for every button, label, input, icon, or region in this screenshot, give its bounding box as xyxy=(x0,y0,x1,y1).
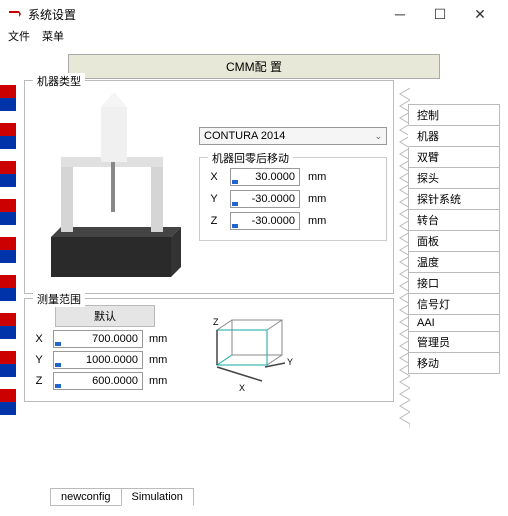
tab-dualarm[interactable]: 双臂 xyxy=(408,146,500,168)
x-axis-label: X xyxy=(239,383,245,393)
btab-newconfig[interactable]: newconfig xyxy=(50,488,122,506)
btab-simulation[interactable]: Simulation xyxy=(121,488,194,506)
homing-label: 机器回零后移动 xyxy=(208,150,293,166)
tab-probesys[interactable]: 探针系统 xyxy=(408,188,500,210)
tab-probe[interactable]: 探头 xyxy=(408,167,500,189)
window-title: 系统设置 xyxy=(28,6,380,23)
tab-interface[interactable]: 接口 xyxy=(408,272,500,294)
range-label: 测量范围 xyxy=(33,291,85,307)
homing-x-input[interactable]: 30.0000 xyxy=(230,168,300,186)
machine-image xyxy=(31,87,191,287)
unit-label: mm xyxy=(149,375,167,387)
unit-label: mm xyxy=(308,215,326,227)
main-panel: 机器类型 CONTURA 2014 ⌄ xyxy=(24,80,394,406)
tab-machine[interactable]: 机器 xyxy=(408,125,500,147)
chevron-down-icon: ⌄ xyxy=(374,131,382,142)
y-axis-label: Y xyxy=(287,357,293,367)
tab-admin[interactable]: 管理员 xyxy=(408,331,500,353)
axis-3d-preview: Z X Y xyxy=(187,305,307,395)
page-title-banner: CMM配 置 xyxy=(68,54,440,79)
homing-group: 机器回零后移动 X 30.0000 mm Y -30.0000 mm Z -30… xyxy=(199,157,387,241)
tab-aai[interactable]: AAI xyxy=(408,314,500,332)
range-group: 测量范围 默认 X 700.0000 mm Y 1000.0000 mm Z 6… xyxy=(24,298,394,402)
range-x-label: X xyxy=(31,333,47,345)
menu-menu[interactable]: 菜单 xyxy=(42,28,64,48)
app-icon xyxy=(8,7,22,21)
range-z-label: Z xyxy=(31,375,47,387)
homing-y-label: Y xyxy=(206,193,222,205)
unit-label: mm xyxy=(149,354,167,366)
dropdown-selected: CONTURA 2014 xyxy=(204,130,285,142)
homing-x-label: X xyxy=(206,171,222,183)
range-x-input[interactable]: 700.0000 xyxy=(53,330,143,348)
machine-type-group: 机器类型 CONTURA 2014 ⌄ xyxy=(24,80,394,294)
homing-z-label: Z xyxy=(206,215,222,227)
homing-z-input[interactable]: -30.0000 xyxy=(230,212,300,230)
machine-type-label: 机器类型 xyxy=(33,73,85,89)
tab-move[interactable]: 移动 xyxy=(408,352,500,374)
machine-model-dropdown[interactable]: CONTURA 2014 ⌄ xyxy=(199,127,387,145)
unit-label: mm xyxy=(308,193,326,205)
tab-signal[interactable]: 信号灯 xyxy=(408,293,500,315)
range-default-header: 默认 xyxy=(55,305,155,327)
tab-control[interactable]: 控制 xyxy=(408,104,500,126)
range-z-input[interactable]: 600.0000 xyxy=(53,372,143,390)
minimize-button[interactable]: ─ xyxy=(380,0,420,28)
tab-panel[interactable]: 面板 xyxy=(408,230,500,252)
maximize-button[interactable]: ☐ xyxy=(420,0,460,28)
homing-y-input[interactable]: -30.0000 xyxy=(230,190,300,208)
menu-file[interactable]: 文件 xyxy=(8,28,30,48)
bottom-tab-list: newconfig Simulation xyxy=(50,488,193,506)
range-y-label: Y xyxy=(31,354,47,366)
left-indicator-blocks xyxy=(0,85,16,415)
tab-rotary[interactable]: 转台 xyxy=(408,209,500,231)
range-y-input[interactable]: 1000.0000 xyxy=(53,351,143,369)
right-tab-list: 控制 机器 双臂 探头 探针系统 转台 面板 温度 接口 信号灯 AAI 管理员… xyxy=(408,104,500,373)
tab-temp[interactable]: 温度 xyxy=(408,251,500,273)
menubar: 文件 菜单 xyxy=(0,28,508,48)
unit-label: mm xyxy=(308,171,326,183)
z-axis-label: Z xyxy=(213,317,219,327)
unit-label: mm xyxy=(149,333,167,345)
window-controls: ─ ☐ ✕ xyxy=(380,0,500,28)
close-button[interactable]: ✕ xyxy=(460,0,500,28)
titlebar: 系统设置 ─ ☐ ✕ xyxy=(0,0,508,28)
